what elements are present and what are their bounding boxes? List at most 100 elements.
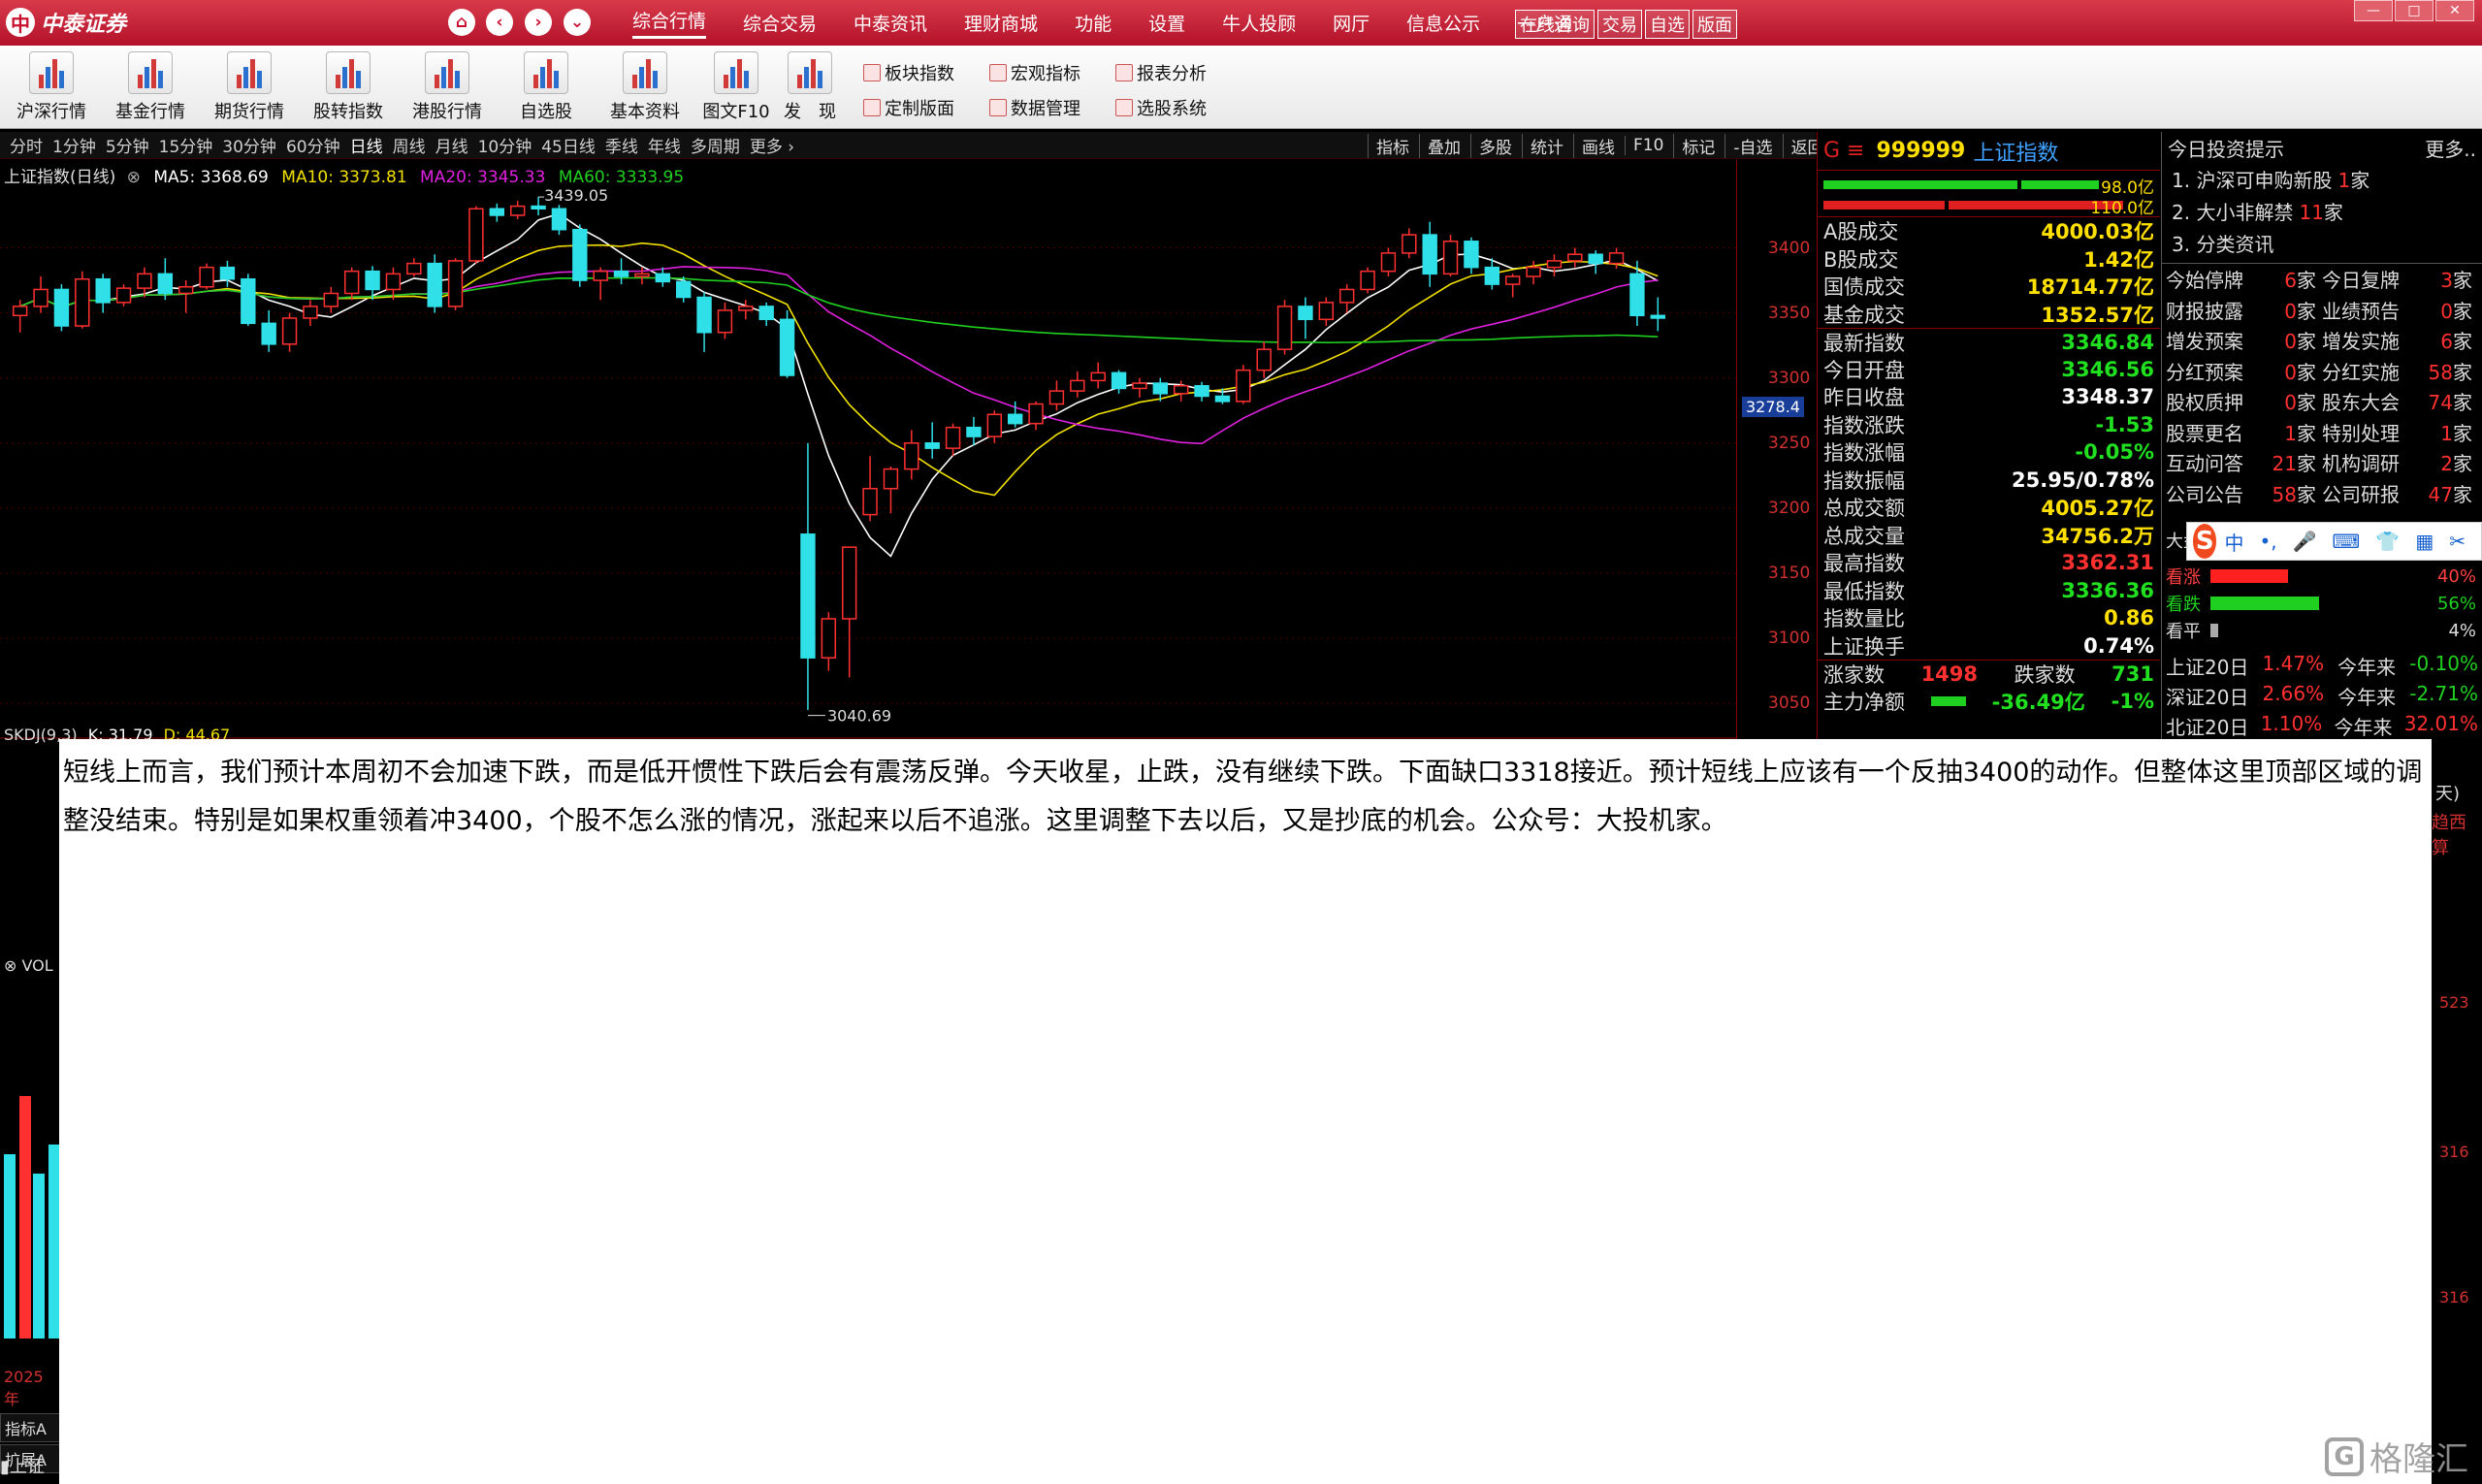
quote-prefix[interactable]: G ≡ — [1823, 139, 1864, 163]
event-cell[interactable]: 分红预案 0家 — [2166, 357, 2322, 385]
event-cell[interactable]: 公司研报 47家 — [2322, 479, 2478, 507]
event-cell[interactable]: 股票更名 1家 — [2166, 418, 2322, 446]
toolbar-button-3[interactable]: 股转指数 — [305, 51, 392, 123]
chart-tool-5[interactable]: F10 — [1625, 136, 1663, 155]
toolbar-button-5[interactable]: 自选股 — [502, 51, 590, 123]
event-cell[interactable]: 增发预案 0家 — [2166, 326, 2322, 354]
chart-tool-0[interactable]: 指标 — [1368, 133, 1409, 158]
ime-tool-icon[interactable]: ✂ — [2449, 530, 2466, 553]
ime-keyboard-icon[interactable]: ⌨ — [2333, 530, 2361, 553]
event-cell[interactable]: 业绩预告 0家 — [2322, 296, 2478, 324]
event-cell[interactable]: 分红实施 58家 — [2322, 357, 2478, 385]
period-2[interactable]: 5分钟 — [106, 133, 149, 157]
period-5[interactable]: 60分钟 — [286, 133, 340, 157]
toolbar-button-4[interactable]: 港股行情 — [403, 51, 491, 123]
minimize-icon[interactable]: — — [2354, 0, 2393, 21]
period-11[interactable]: 季线 — [605, 133, 638, 157]
chart-tool-7[interactable]: -自选 — [1725, 133, 1773, 158]
event-cell[interactable]: 股东大会 74家 — [2322, 387, 2478, 415]
indicator-tab[interactable]: 指标A — [0, 1413, 60, 1442]
toolbar-link-2[interactable]: 报表分析 — [1115, 60, 1207, 85]
ime-toolbar[interactable]: S 中 •, 🎤 ⌨ 👕 ▦ ✂ — [2186, 522, 2482, 561]
chart-tool-3[interactable]: 统计 — [1522, 133, 1563, 158]
quick-link-2[interactable]: 自选 — [1645, 10, 1690, 39]
period-7[interactable]: 周线 — [393, 133, 426, 157]
ma10-value: MA10: 3373.81 — [281, 168, 407, 187]
chart-tool-4[interactable]: 画线 — [1573, 133, 1615, 158]
toolbar-link-3[interactable]: 定制版面 — [863, 95, 954, 120]
home-icon[interactable]: ⌂ — [448, 9, 475, 36]
forward-icon[interactable]: › — [525, 9, 552, 36]
period-10[interactable]: 45日线 — [541, 133, 596, 157]
back-icon[interactable]: ‹ — [486, 9, 513, 36]
toolbar-button-8[interactable]: 发 现 — [766, 51, 854, 123]
toolbar-link-4[interactable]: 数据管理 — [989, 95, 1080, 120]
event-cell[interactable]: 互动问答 21家 — [2166, 448, 2322, 476]
menu-item-8[interactable]: 信息公示 — [1406, 10, 1480, 36]
menu-item-4[interactable]: 功能 — [1075, 10, 1112, 36]
event-cell[interactable]: 今日复牌 3家 — [2322, 265, 2478, 293]
toolbar-link-5[interactable]: 选股系统 — [1115, 95, 1207, 120]
chart-tool-1[interactable]: 叠加 — [1419, 133, 1461, 158]
event-cell[interactable]: 股权质押 0家 — [2166, 387, 2322, 415]
event-cell[interactable]: 财报披露 0家 — [2166, 296, 2322, 324]
period-4[interactable]: 30分钟 — [222, 133, 276, 157]
quick-link-1[interactable]: 交易 — [1597, 10, 1642, 39]
menu-item-6[interactable]: 牛人投顾 — [1222, 10, 1296, 36]
period-14[interactable]: 更多 › — [750, 133, 794, 157]
icon-bar — [342, 67, 347, 88]
ime-punct-icon[interactable]: •, — [2259, 530, 2276, 553]
toolbar-link-1[interactable]: 宏观指标 — [989, 60, 1080, 85]
menu-item-5[interactable]: 设置 — [1148, 10, 1185, 36]
period-3[interactable]: 15分钟 — [159, 133, 213, 157]
event-count: 74 — [2428, 391, 2453, 415]
menu-item-3[interactable]: 理财商城 — [964, 10, 1038, 36]
close-icon[interactable]: ✕ — [2435, 0, 2474, 21]
ime-chinese-icon[interactable]: 中 — [2224, 528, 2243, 556]
year-tab[interactable]: 2025年 — [0, 1366, 60, 1411]
dropdown-icon[interactable]: ⌄ — [564, 9, 591, 36]
kline-chart[interactable]: 3439.05 3040.69 — [0, 160, 1816, 739]
toolbar-button-2[interactable]: 期货行情 — [206, 51, 293, 123]
toolbar-button-0[interactable]: 沪深行情 — [8, 51, 95, 123]
event-cell[interactable]: 公司公告 58家 — [2166, 479, 2322, 507]
toolbar-button-1[interactable]: 基金行情 — [107, 51, 194, 123]
period-6[interactable]: 日线 — [350, 133, 383, 157]
period-1[interactable]: 1分钟 — [52, 133, 96, 157]
candle-body — [115, 287, 132, 304]
candle — [1028, 401, 1044, 431]
period-13[interactable]: 多周期 — [691, 133, 740, 157]
period-8[interactable]: 月线 — [435, 133, 468, 157]
menu-item-2[interactable]: 中泰资讯 — [854, 10, 927, 36]
ime-grid-icon[interactable]: ▦ — [2415, 530, 2434, 553]
period-12[interactable]: 年线 — [648, 133, 681, 157]
tip-item-0[interactable]: 1. 沪深可申购新股 1家 — [2162, 163, 2482, 195]
menu-item-1[interactable]: 综合交易 — [743, 10, 817, 36]
chart-tool-2[interactable]: 多股 — [1470, 133, 1512, 158]
period-9[interactable]: 10分钟 — [478, 133, 532, 157]
event-cell[interactable]: 机构调研 2家 — [2322, 448, 2478, 476]
brand-logo[interactable]: 中 中泰证券 — [6, 5, 126, 40]
market-tab[interactable]: ▮上证 — [0, 1453, 45, 1478]
quick-link-3[interactable]: 版面 — [1692, 10, 1737, 39]
menu-item-7[interactable]: 网厅 — [1333, 10, 1370, 36]
ime-skin-icon[interactable]: 👕 — [2375, 530, 2400, 553]
ime-mic-icon[interactable]: 🎤 — [2293, 530, 2317, 553]
period-0[interactable]: 分时 — [10, 133, 43, 157]
candle — [1402, 228, 1417, 259]
candle — [613, 258, 629, 285]
maximize-icon[interactable]: □ — [2395, 0, 2434, 21]
tip-item-1[interactable]: 2. 大小非解禁 11家 — [2162, 195, 2482, 227]
event-cell[interactable]: 今始停牌 6家 — [2166, 265, 2322, 293]
menu-item-0[interactable]: 综合行情 — [632, 7, 707, 39]
more-link[interactable]: 更多.. — [2425, 134, 2476, 161]
toolbar-button-6[interactable]: 基本资料 — [601, 51, 689, 123]
event-cell[interactable]: 增发实施 6家 — [2322, 326, 2478, 354]
chart-tool-6[interactable]: 标记 — [1673, 133, 1715, 158]
toolbar-link-0[interactable]: 板块指数 — [863, 60, 954, 85]
quick-link-0[interactable]: 在线咨询 — [1515, 10, 1595, 39]
toolbar-label: 发 现 — [784, 102, 836, 122]
tip-item-2[interactable]: 3. 分类资讯 — [2162, 227, 2482, 259]
event-cell[interactable]: 特别处理 1家 — [2322, 418, 2478, 446]
toggle-icon[interactable]: ⊗ — [127, 168, 141, 187]
